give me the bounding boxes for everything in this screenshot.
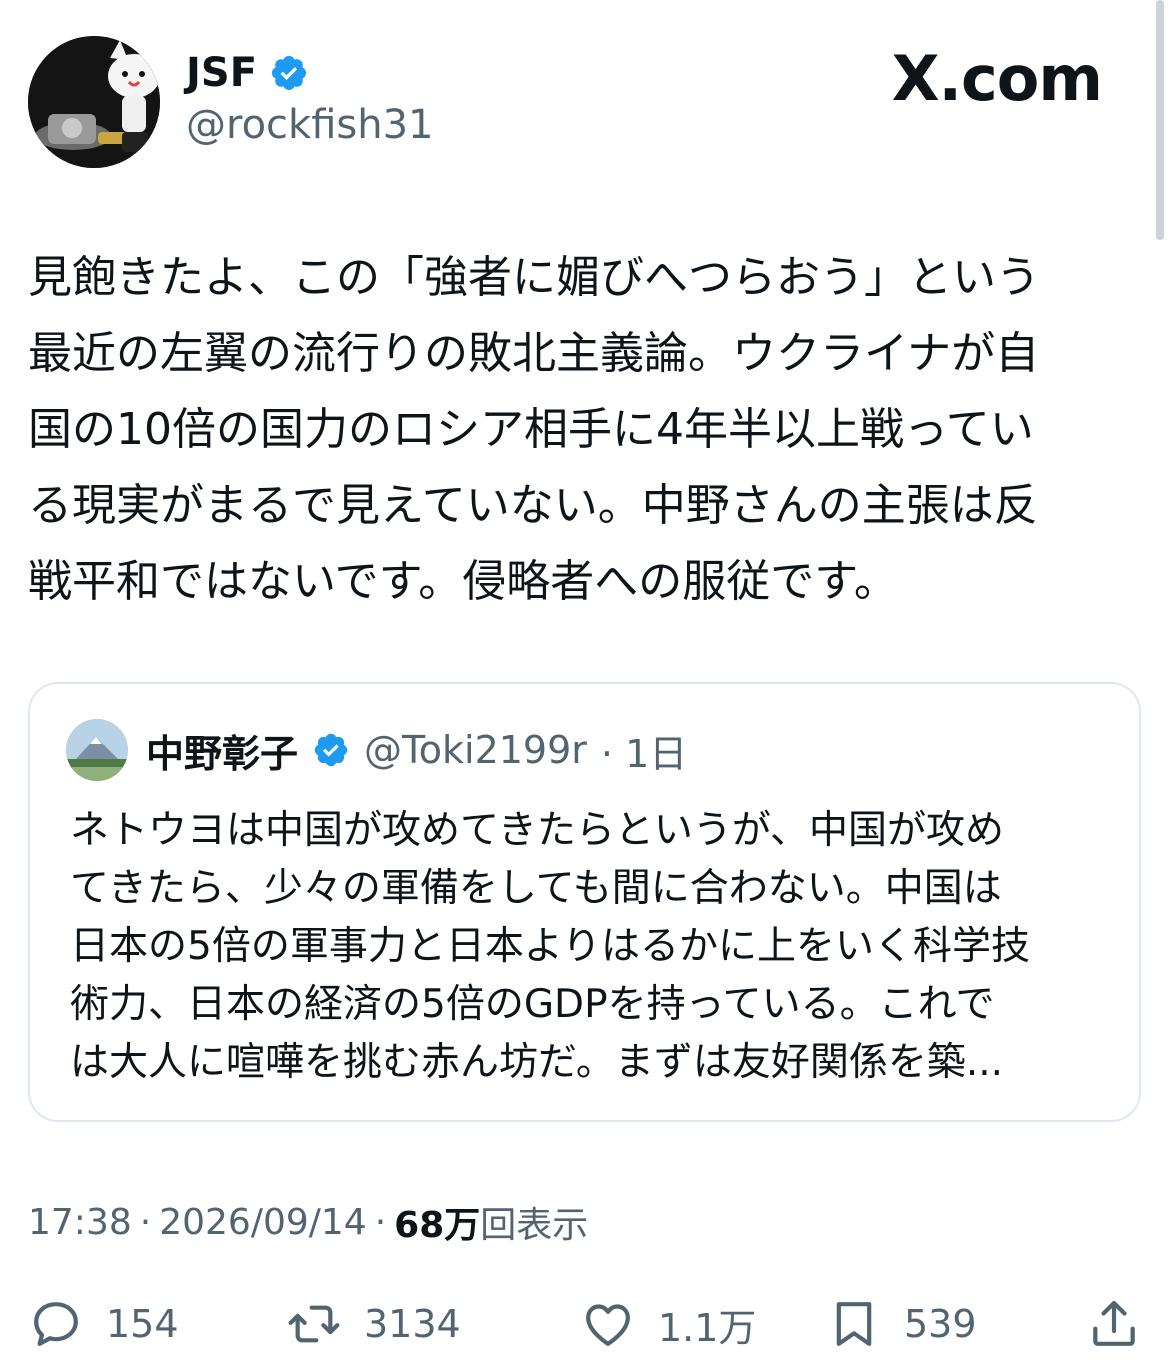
like-button[interactable]: 1.1万 <box>580 1292 756 1356</box>
repost-count: 3134 <box>364 1302 461 1346</box>
share-icon <box>1093 1300 1135 1346</box>
x-com-text: X.com <box>891 42 1103 115</box>
author-handle[interactable]: @rockfish31 <box>186 102 433 148</box>
bookmark-count: 539 <box>904 1302 977 1346</box>
quoted-text: ネトウヨは中国が攻めてきたらというが、中国が攻め てきたら、少々の軍備をしても間… <box>70 808 1031 1085</box>
meta-separator: · <box>374 1201 387 1243</box>
quoted-tweet-card[interactable]: 中野彰子 @Toki2199r · 1日 ネトウヨは中国が攻めてきたらというが、… <box>28 682 1141 1122</box>
quoted-display-name[interactable]: 中野彰子 <box>146 723 298 778</box>
quoted-handle[interactable]: @Toki2199r <box>364 728 587 772</box>
bookmark-icon <box>836 1302 872 1346</box>
share-button[interactable] <box>1086 1292 1142 1356</box>
tweet-header: JSF @rockfish31 X.com <box>28 36 1138 168</box>
views-count: 68万 <box>394 1205 481 1246</box>
scrollbar[interactable] <box>1156 0 1164 240</box>
meta-separator: · <box>139 1201 152 1243</box>
quoted-verified-badge-icon <box>314 733 348 767</box>
reply-button[interactable]: 154 <box>28 1292 179 1356</box>
tweet-text: 見飽きたよ、この「強者に媚びへつらおう」という 最近の左翼の流行りの敗北主義論。… <box>28 252 1040 607</box>
display-name[interactable]: JSF <box>186 50 257 96</box>
reply-icon <box>34 1302 78 1346</box>
repost-button[interactable]: 3134 <box>286 1292 461 1356</box>
avatar[interactable] <box>28 36 160 168</box>
reply-count: 154 <box>106 1302 179 1346</box>
x-com-logo: X.com <box>891 42 1103 115</box>
quoted-avatar[interactable] <box>66 719 128 781</box>
tweet-meta: 17:38 · 2026/09/14 · 68万回表示 <box>28 1196 588 1248</box>
repost-icon <box>288 1305 340 1343</box>
tweet-time[interactable]: 17:38 <box>28 1202 132 1243</box>
bookmark-button[interactable]: 539 <box>826 1292 977 1356</box>
action-bar: 154 3134 1.1万 539 <box>28 1292 1142 1356</box>
tweet-date[interactable]: 2026/09/14 <box>159 1202 367 1243</box>
like-count: 1.1万 <box>658 1305 757 1350</box>
heart-icon <box>586 1304 630 1346</box>
quoted-age: · 1日 <box>600 731 688 776</box>
views-label: 回表示 <box>480 1205 589 1246</box>
verified-badge-icon <box>271 55 307 91</box>
